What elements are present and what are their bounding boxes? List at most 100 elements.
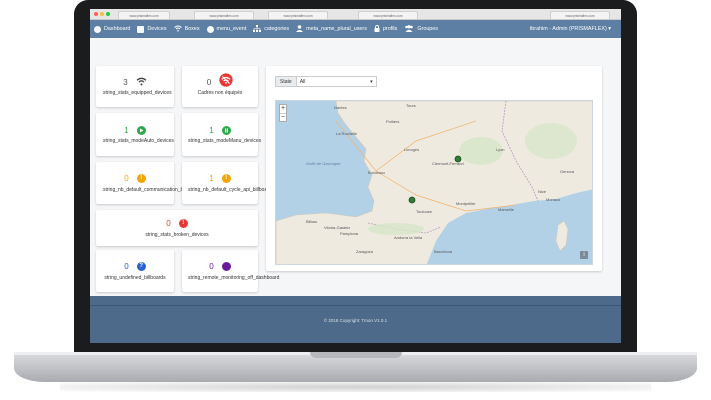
nav-dashboard[interactable]: Dashboard [94,20,130,38]
zoom-out-button[interactable]: − [280,113,286,121]
stat-value: 1 [209,125,214,135]
nav-events-label: menu_event [216,26,247,32]
sea-label: Golfe de Gascogne [306,161,341,166]
city-label: Monaco [546,197,561,202]
city-label: Nantes [334,105,347,110]
exclamation-icon: ! [136,174,146,183]
nav-profiles-label: profils [382,26,398,32]
exclamation-icon [206,25,214,33]
stat-value: 0 [124,262,129,271]
lock-icon [374,24,380,34]
pause-icon [221,125,231,135]
zoom-control: + − [279,104,287,122]
map-view[interactable]: Bordeaux Toulouse Montpellier Marseille … [275,100,593,265]
browser-tab-2[interactable]: www.prismaflex.com [194,11,254,19]
city-label: Barcelona [434,249,453,254]
city-label: Limoges [404,147,419,152]
users-icon [404,24,414,34]
browser-tab-bar: www.prismaflex.com www.prismaflex.com ww… [90,9,621,20]
stat-card-mode-auto[interactable]: 1 string_stats_modeAuto_devices [96,113,174,156]
nav-users[interactable]: meta_name_plural_users [296,20,367,38]
city-label: Poitiers [386,119,399,124]
nav-devices[interactable]: Devices [137,20,167,38]
dashboard-content: 3 string_stats_equipped_devices 0 Cadres… [90,38,621,296]
stat-label: string_stats_broken_devices [145,231,209,238]
nav-boxes[interactable]: Boxes [173,20,200,38]
city-label: Genova [560,169,575,174]
browser-tab-5[interactable]: www.prismaflex.com [550,11,610,19]
footer-copyright: © 2018 Copyright: Tmon V1.0.1 [323,318,388,323]
question-icon: ? [136,262,146,271]
monitor-icon [137,25,145,33]
wifi-icon [136,73,147,91]
sitemap-icon [253,24,262,34]
wifi-off-icon [219,72,233,92]
stat-card-mode-manual[interactable]: 1 string_stats_modeManu_devices [182,113,262,156]
state-filter: State All ▾ [275,76,377,87]
stat-value: 0 [206,77,212,87]
city-label: Marseille [498,207,515,212]
stat-card-undefined-billboards[interactable]: 0 ? string_undefined_billboards [96,250,174,292]
city-label: Zaragoza [356,249,374,254]
browser-tab-1[interactable]: www.prismaflex.com [118,11,170,19]
city-label: Pamplona [340,231,359,236]
stat-value: 0 [166,219,171,228]
top-navbar: Dashboard Devices Boxes menu_event categ… [90,20,621,38]
city-label: La Rochelle [336,131,358,136]
stat-label: string_stats_modeAuto_devices [103,138,174,144]
maximize-window-icon[interactable] [106,12,110,16]
stat-card-remote-monitoring-off[interactable]: 0 string_remote_monitoring_off_dashboard [182,250,280,292]
browser-tab-3[interactable]: www.prismaflex.com [268,11,328,19]
nav-dashboard-label: Dashboard [104,26,131,32]
city-label: Toulouse [416,209,433,214]
stat-value: 1 [124,125,129,135]
browser-tab-4[interactable]: www.prismaflex.com [358,11,418,19]
close-window-icon[interactable] [94,12,98,16]
zoom-in-button[interactable]: + [280,105,286,113]
nav-profiles[interactable]: profils [374,20,397,38]
city-label: Nice [538,189,547,194]
stat-card-broken-devices[interactable]: 0 ! string_stats_broken_devices [96,210,258,246]
stat-label: string_nb_default_cycle_api_billboards [188,186,275,193]
stat-card-default-communication[interactable]: 0 ! string_nb_default_communication_bill… [96,162,202,204]
stat-label: string_stats_equipped_devices [103,90,172,96]
map-panel: State All ▾ Bordeaux Toulouse Montpellie… [266,66,602,271]
nav-groups[interactable]: Groupes [404,20,438,38]
nav-devices-label: Devices [147,26,167,32]
nav-groups-label: Groupes [417,26,439,32]
relief-patch [525,123,577,159]
user-menu[interactable]: tbrahim - Admin (PRISMAFLEX) ▾ [530,20,611,38]
minimize-window-icon[interactable] [100,12,104,16]
stat-value: 1 [209,174,214,183]
relief-patch [368,223,424,235]
stat-label: string_nb_default_communication_billboar… [103,186,202,193]
user-icon [296,24,304,34]
map-info-button[interactable]: i [580,251,588,259]
laptop-screen: www.prismaflex.com www.prismaflex.com ww… [90,9,621,343]
stat-card-equipped-devices[interactable]: 3 string_stats_equipped_devices [96,66,174,107]
stat-value: 0 [209,262,214,271]
circle-icon [221,262,231,271]
wifi-icon [173,25,182,34]
device-marker[interactable] [454,155,462,163]
footer-divider [90,305,621,306]
nav-boxes-label: Boxes [184,26,200,32]
window-controls [94,12,110,16]
stat-card-unequipped-frames[interactable]: 0 Cadres non équipés [182,66,258,107]
state-select[interactable]: All ▾ [296,76,377,87]
city-label: Lyon [496,147,505,152]
exclamation-icon: ! [221,174,231,183]
nav-categories[interactable]: categories [253,20,289,38]
state-filter-label: State [275,76,297,87]
stat-label: string_stats_modeManu_devices [188,138,262,144]
map-canvas[interactable]: Bordeaux Toulouse Montpellier Marseille … [276,101,593,265]
city-label: Andorra la Vella [394,235,423,240]
nav-events[interactable]: menu_event [206,20,247,38]
state-select-value: All [299,79,306,85]
stat-label: string_remote_monitoring_off_dashboard [188,274,280,281]
stat-card-default-cycle-api[interactable]: 1 ! string_nb_default_cycle_api_billboar… [182,162,275,204]
city-label: Vitoria-Gasteiz [324,225,350,230]
stat-value: 0 [124,174,129,183]
device-marker[interactable] [408,196,416,204]
laptop-shadow [60,382,651,392]
